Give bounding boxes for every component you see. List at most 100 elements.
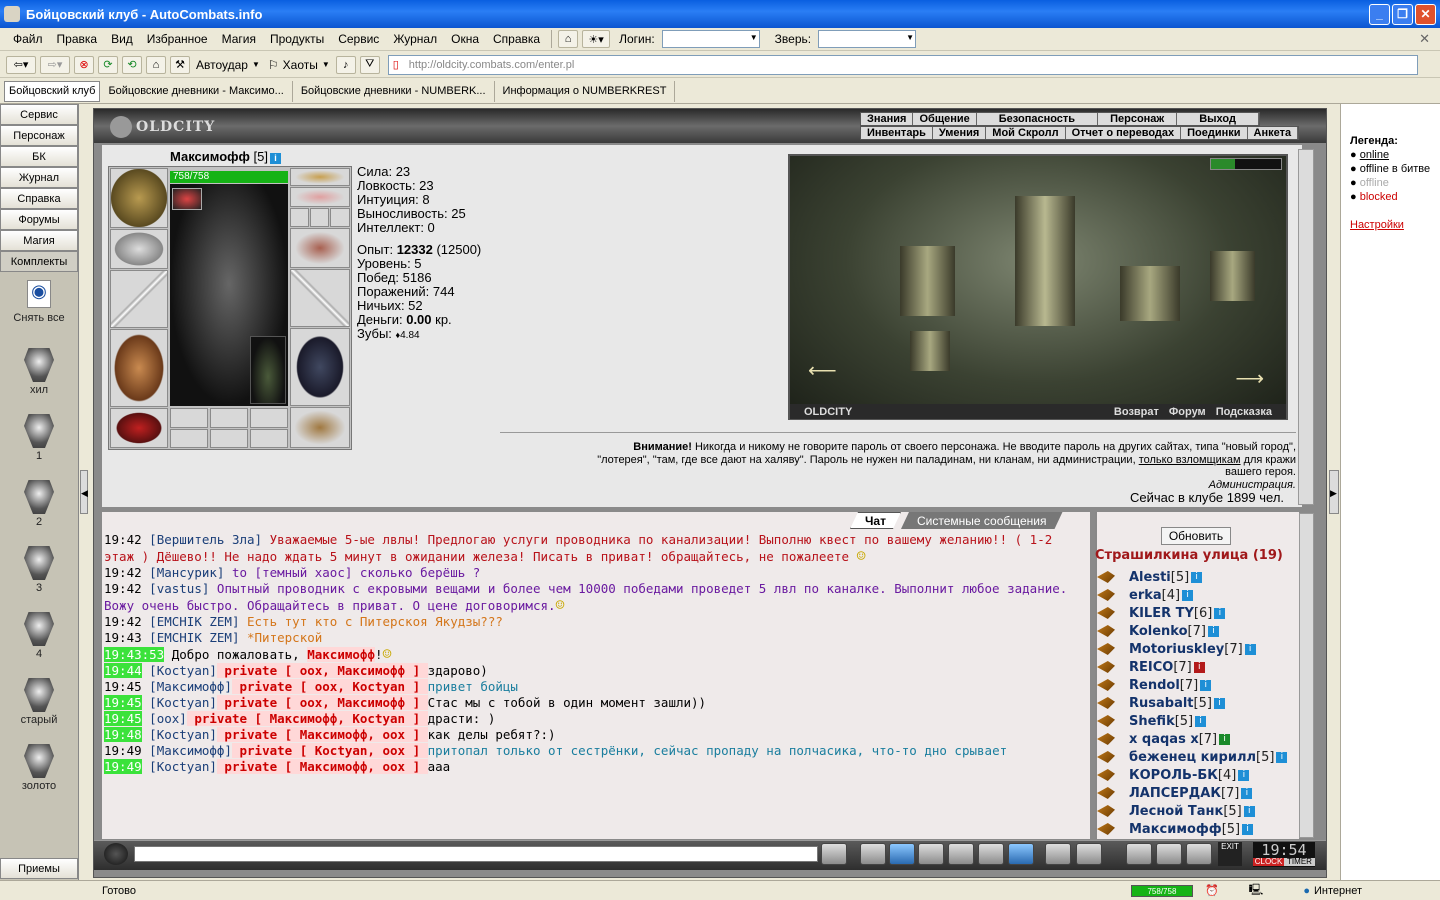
user-list-item[interactable]: Rendol [7] i: [1097, 676, 1212, 694]
hands-icon[interactable]: [1156, 843, 1182, 865]
slot-small-3[interactable]: [250, 408, 288, 428]
menu-help[interactable]: Справка: [486, 32, 547, 46]
user-name[interactable]: Rusabalt: [1129, 696, 1194, 711]
chat-nick[interactable]: [Koctyan]: [149, 663, 217, 678]
chat-timestamp[interactable]: 19:42: [104, 581, 142, 596]
fight-icon[interactable]: [948, 843, 974, 865]
private-msg-icon[interactable]: [1097, 679, 1115, 691]
user-list-item[interactable]: REICO [7] i: [1097, 658, 1205, 676]
gmenu-knowledge[interactable]: Знания: [861, 113, 914, 125]
collapse-left-icon[interactable]: ◀: [80, 470, 88, 514]
chat-nick[interactable]: [Koctyan]: [149, 727, 217, 742]
chat-timestamp[interactable]: 19:45: [104, 695, 142, 710]
user-list-item[interactable]: x qaqas x [7] i: [1097, 730, 1231, 748]
filter-chat-icon[interactable]: [889, 843, 915, 865]
menu-view[interactable]: Вид: [104, 32, 140, 46]
chat-private-recipients[interactable]: private [ oox, Koctyan ]: [231, 679, 428, 694]
user-name[interactable]: x qaqas x: [1129, 732, 1199, 747]
menu-favorites[interactable]: Избранное: [140, 32, 215, 46]
menu-file[interactable]: Файл: [6, 32, 50, 46]
chat-nick[interactable]: [EMCHIK ZEM]: [149, 630, 239, 645]
tab-chat[interactable]: Чат: [850, 512, 901, 529]
chat-timestamp[interactable]: 19:42: [104, 614, 142, 629]
private-msg-icon[interactable]: [1097, 823, 1115, 835]
menu-products[interactable]: Продукты: [263, 32, 331, 46]
private-msg-icon[interactable]: [1097, 571, 1115, 583]
set-gold[interactable]: золото: [0, 744, 78, 798]
user-name[interactable]: Motoriuskley: [1129, 642, 1224, 657]
menu-journal[interactable]: Журнал: [386, 32, 444, 46]
gmenu-character[interactable]: Персонаж: [1098, 113, 1178, 125]
slot-boots[interactable]: [290, 407, 350, 448]
tab-diary-numberk[interactable]: Бойцовские дневники - NUMBERK...: [293, 80, 495, 102]
user-list-item[interactable]: беженец кирилл [5] i: [1097, 748, 1288, 766]
info-icon[interactable]: i: [1238, 769, 1250, 781]
gmenu-profile[interactable]: Анкета: [1248, 127, 1299, 139]
info-icon[interactable]: i: [1242, 823, 1254, 835]
building-right[interactable]: [1120, 266, 1180, 321]
private-msg-icon[interactable]: [1097, 625, 1115, 637]
user-list-item[interactable]: Kolenko [7] i: [1097, 622, 1219, 640]
slot-small-5[interactable]: [210, 429, 248, 448]
left-btn-service[interactable]: Сервис: [0, 104, 78, 125]
chat-private-recipients[interactable]: private [ oox, Максимофф ]: [216, 663, 428, 678]
left-btn-bk[interactable]: БК: [0, 146, 78, 167]
set-1[interactable]: 1: [0, 414, 78, 468]
info-icon[interactable]: i: [1195, 715, 1207, 727]
chat-timestamp[interactable]: 19:44: [104, 663, 142, 678]
gmenu-exit[interactable]: Выход: [1177, 113, 1259, 125]
chat-timestamp[interactable]: 19:49: [104, 759, 142, 774]
haoty-button[interactable]: Хаоты: [279, 58, 322, 72]
user-list-item[interactable]: Rusabalt [5] i: [1097, 694, 1225, 712]
chat-timestamp[interactable]: 19:45: [104, 679, 142, 694]
refresh-icon[interactable]: ⟳: [98, 55, 118, 74]
user-name[interactable]: Лесной Танк: [1129, 804, 1223, 819]
chat-nick[interactable]: [EMCHIK ZEM]: [149, 614, 239, 629]
slot-small-6[interactable]: [250, 429, 288, 448]
warning-link[interactable]: только взломщикам: [1139, 454, 1241, 466]
user-list-item[interactable]: erka [4] i: [1097, 586, 1194, 604]
tab-system-messages[interactable]: Системные сообщения: [901, 512, 1063, 529]
user-name[interactable]: Shefik: [1129, 714, 1175, 729]
slot-armor[interactable]: [110, 329, 168, 407]
beast-select[interactable]: [818, 30, 917, 48]
refresh-all-icon[interactable]: ⟲: [122, 55, 142, 74]
gmenu-fights[interactable]: Поединки: [1181, 127, 1248, 139]
tower-building[interactable]: [1015, 196, 1075, 326]
user-list-item[interactable]: Лесной Танк [5] i: [1097, 802, 1255, 820]
userlist-scrollbar[interactable]: [1299, 513, 1314, 838]
left-btn-forums[interactable]: Форумы: [0, 209, 78, 230]
info-scrollbar[interactable]: [1298, 149, 1314, 505]
slot-ring-2[interactable]: [310, 208, 329, 227]
slot-earrings[interactable]: [290, 187, 350, 207]
stop-icon[interactable]: ⊗: [74, 55, 94, 74]
private-msg-icon[interactable]: [1097, 607, 1115, 619]
chat-private-recipients[interactable]: private [ Максимофф, oox ]: [216, 759, 428, 774]
home-icon[interactable]: ⌂: [146, 55, 166, 74]
tab-combats[interactable]: Бойцовский клуб: [4, 80, 101, 102]
user-list-item[interactable]: ЛАПСЕРДАК [7] i: [1097, 784, 1253, 802]
pl-icon[interactable]: [978, 843, 1004, 865]
private-msg-icon[interactable]: [1097, 787, 1115, 799]
chat-private-recipients[interactable]: private [ Koctyan, oox ]: [231, 743, 428, 758]
gmenu-transfers[interactable]: Отчет о переводах: [1066, 127, 1182, 139]
chat-private-recipients[interactable]: private [ Максимофф, Koctyan ]: [186, 711, 428, 726]
private-msg-icon[interactable]: [1097, 715, 1115, 727]
map-link-forum[interactable]: Форум: [1164, 406, 1211, 418]
minimize-button[interactable]: _: [1369, 3, 1390, 25]
chat-input[interactable]: [134, 846, 818, 862]
private-msg-icon[interactable]: [1097, 751, 1115, 763]
user-name[interactable]: REICO: [1129, 660, 1173, 675]
private-msg-icon[interactable]: [1097, 769, 1115, 781]
private-msg-icon[interactable]: [1097, 643, 1115, 655]
gmenu-skills[interactable]: Умения: [933, 127, 987, 139]
slot-bracers[interactable]: [110, 229, 168, 269]
chat-timestamp[interactable]: 19:42: [104, 565, 142, 580]
private-msg-icon[interactable]: [1097, 697, 1115, 709]
info-icon[interactable]: i: [1207, 625, 1219, 637]
chat-timestamp[interactable]: 19:43:53: [104, 647, 165, 662]
info-icon[interactable]: i: [270, 153, 282, 164]
menu-magic[interactable]: Магия: [215, 32, 263, 46]
slot-small-1[interactable]: [170, 408, 208, 428]
gmenu-communication[interactable]: Общение: [913, 113, 977, 125]
